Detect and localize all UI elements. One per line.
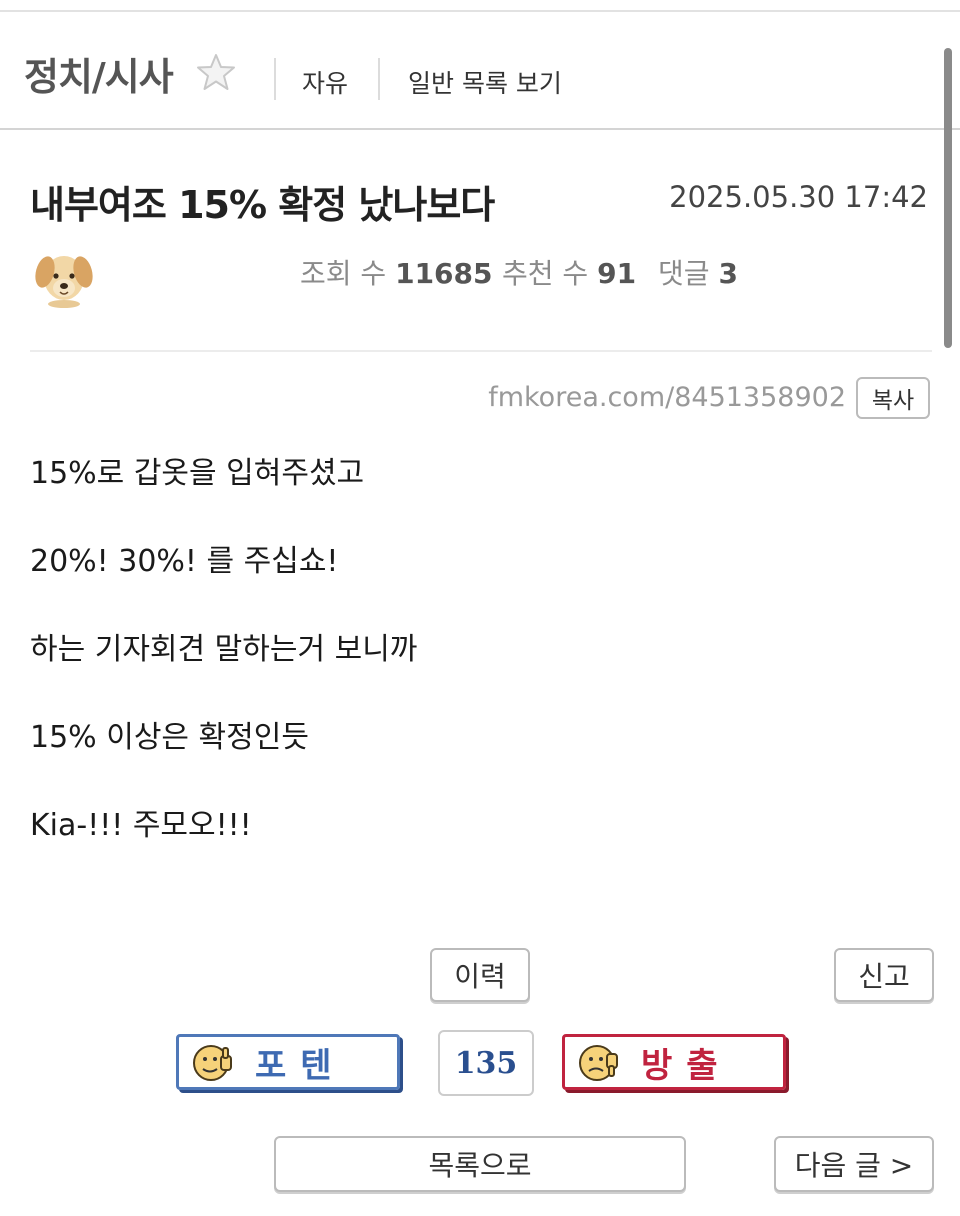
- scrollbar[interactable]: [944, 48, 952, 348]
- downvote-label: 방출: [641, 1045, 732, 1086]
- upvote-button[interactable]: 포텐: [176, 1034, 400, 1090]
- content-divider: [30, 350, 932, 352]
- copy-url-button[interactable]: 복사: [856, 377, 930, 419]
- recommend-label: 추천 수: [502, 257, 589, 290]
- star-icon[interactable]: [196, 52, 236, 92]
- post-title: 내부여조 15% 확정 났나보다: [30, 183, 495, 227]
- next-post-button[interactable]: 다음 글 >: [774, 1136, 934, 1192]
- views-stat: 조회 수 11685: [300, 252, 493, 292]
- thumbs-down-face-icon: [579, 1045, 618, 1081]
- history-button[interactable]: 이력: [430, 948, 530, 1002]
- comments-label: 댓글: [658, 257, 710, 290]
- post-date: 2025.05.30 17:42: [669, 180, 928, 214]
- post-url: fmkorea.com/8451358902: [488, 382, 846, 413]
- comments-stat[interactable]: 댓글 3: [658, 252, 738, 292]
- views-label: 조회 수: [300, 257, 387, 290]
- downvote-button[interactable]: 방출: [562, 1034, 786, 1090]
- board-header: 정치/시사 자유 일반 목록 보기: [0, 12, 960, 130]
- header-divider: [274, 58, 276, 100]
- recommend-count: 91: [597, 257, 637, 290]
- body-line: 15% 이상은 확정인듯: [30, 720, 309, 755]
- board-title[interactable]: 정치/시사: [24, 46, 174, 101]
- body-line: 하는 기자회견 말하는거 보니까: [30, 632, 418, 667]
- views-count: 11685: [395, 257, 493, 290]
- body-line: 15%로 갑옷을 입혀주셨고: [30, 456, 365, 491]
- header-divider: [378, 58, 380, 100]
- thumbs-up-face-icon: [193, 1045, 232, 1081]
- general-list-link[interactable]: 일반 목록 보기: [408, 64, 562, 100]
- upvote-label: 포텐: [255, 1045, 346, 1086]
- vote-count: 135: [438, 1030, 534, 1096]
- category-link-free[interactable]: 자유: [302, 64, 348, 100]
- body-line: 20%! 30%! 를 주십쇼!: [30, 544, 339, 579]
- body-line: Kia-!!! 주모오!!!: [30, 808, 252, 843]
- comments-count: 3: [718, 257, 738, 290]
- recommend-stat: 추천 수 91: [502, 252, 636, 292]
- report-button[interactable]: 신고: [834, 948, 934, 1002]
- puppy-avatar[interactable]: [34, 244, 94, 308]
- back-to-list-button[interactable]: 목록으로: [274, 1136, 686, 1192]
